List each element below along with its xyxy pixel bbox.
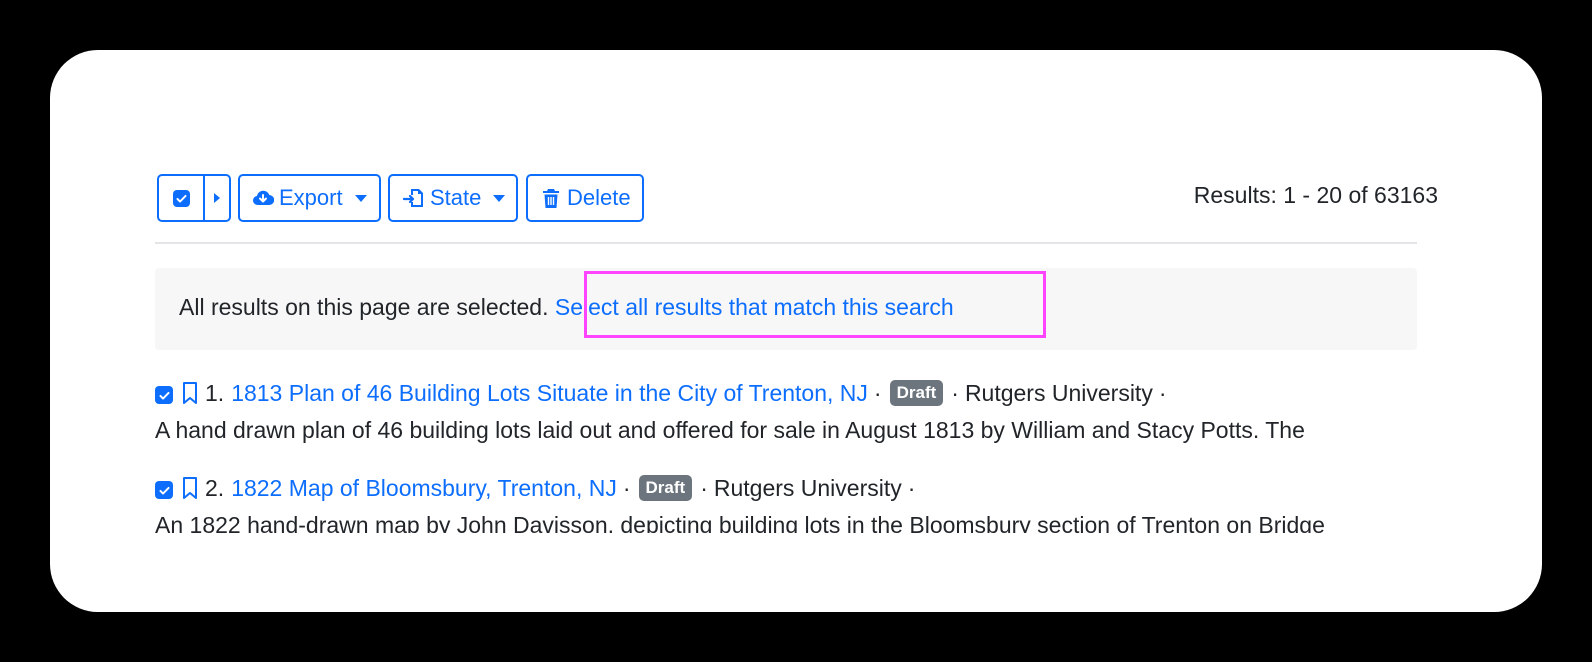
bulk-actions-toolbar: Export State Delete: [157, 174, 644, 222]
document-title-link[interactable]: 1813 Plan of 46 Building Lots Situate in…: [231, 380, 868, 407]
separator: ·: [951, 379, 959, 406]
results-count: Results: 1 - 20 of 63163: [1193, 182, 1438, 208]
document-item: 2. 1822 Map of Bloomsbury, Trenton, NJ ·…: [155, 472, 1417, 533]
document-item: 1. 1813 Plan of 46 Building Lots Situate…: [155, 377, 1417, 444]
select-all-checkbox[interactable]: [159, 176, 203, 220]
export-label: Export: [279, 185, 343, 210]
file-import-icon: [403, 187, 425, 209]
delete-label: Delete: [567, 185, 631, 210]
document-checkbox[interactable]: [155, 386, 173, 404]
bookmark-icon[interactable]: [182, 381, 198, 405]
separator: ·: [907, 474, 916, 501]
selection-notice-text: All results on this page are selected.: [179, 294, 549, 320]
results-panel: Export State Delete Results: 1 - 20 of 6…: [50, 50, 1542, 612]
document-number: 1.: [205, 379, 225, 406]
status-badge: Draft: [889, 380, 944, 406]
document-number: 2.: [205, 474, 225, 501]
state-button[interactable]: State: [388, 174, 518, 222]
state-label: State: [430, 185, 482, 210]
separator: ·: [622, 474, 631, 501]
document-description: A hand drawn plan of 46 building lots la…: [155, 417, 1305, 443]
check-icon: [158, 486, 170, 494]
bookmark-icon[interactable]: [182, 476, 198, 500]
trash-icon: [540, 187, 562, 209]
document-institution: Rutgers University: [964, 379, 1153, 406]
cloud-download-icon: [252, 187, 274, 209]
caret-down-icon: [354, 194, 367, 202]
document-institution: Rutgers University: [713, 474, 902, 501]
status-badge: Draft: [638, 475, 693, 501]
document-description: An 1822 hand-drawn map by John Davisson,…: [155, 512, 1325, 533]
check-icon: [158, 391, 170, 399]
select-all-group: [157, 174, 231, 222]
document-title-link[interactable]: 1822 Map of Bloomsbury, Trenton, NJ: [231, 475, 617, 502]
delete-button[interactable]: Delete: [526, 174, 644, 222]
check-icon: [172, 189, 190, 207]
separator: ·: [700, 474, 708, 501]
separator: ·: [873, 379, 882, 406]
export-button[interactable]: Export: [238, 174, 381, 222]
separator: ·: [1158, 379, 1167, 406]
select-options-toggle[interactable]: [203, 176, 229, 220]
caret-right-icon: [214, 193, 220, 203]
highlight-box: [584, 271, 1046, 338]
document-checkbox[interactable]: [155, 481, 173, 499]
divider: [155, 242, 1417, 244]
caret-down-icon: [493, 194, 506, 202]
